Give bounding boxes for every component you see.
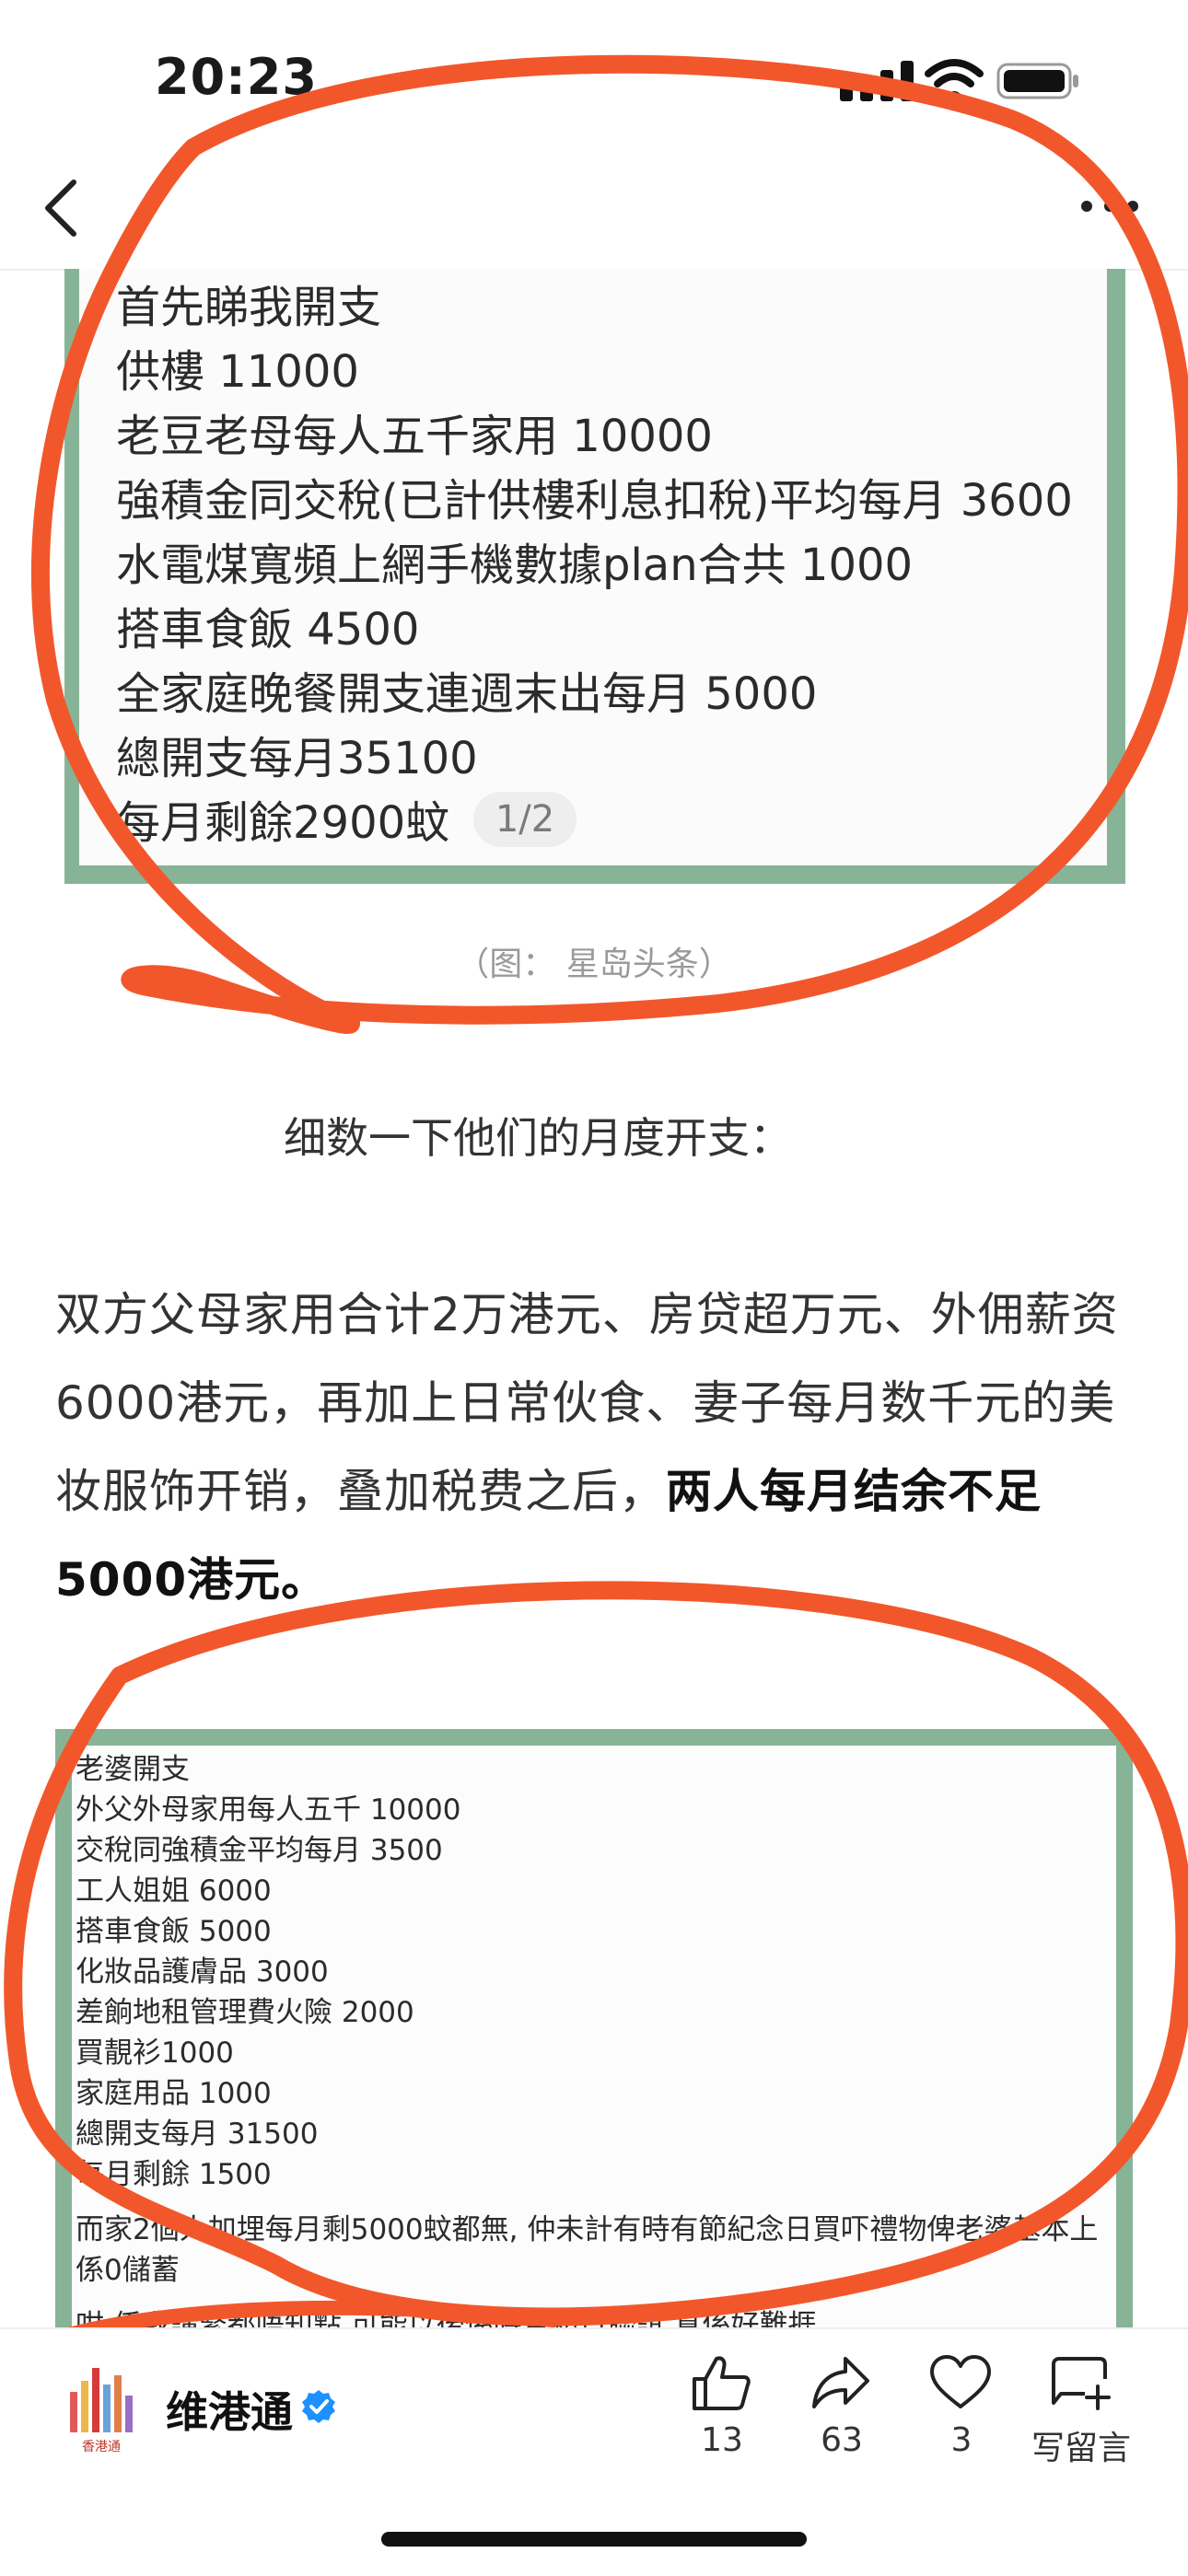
expense-line: 老豆老母每人五千家用 10000: [116, 411, 713, 462]
expense-line: 供樓 11000: [116, 346, 359, 398]
expense-line: 每月剩餘2900蚊: [116, 797, 450, 849]
author-avatar[interactable]: 香港通: [64, 2364, 138, 2464]
verified-badge-icon: [302, 2390, 335, 2423]
comment-button-label[interactable]: 写留言: [1007, 2421, 1155, 2469]
expense-image-2-content: 老婆開支 外父外母家用每人五千 10000 交稅同強積金平均每月 3500 工人…: [72, 1746, 1116, 2337]
subheading: 细数一下他们的月度开支：: [284, 1113, 792, 1163]
expense-line: 交稅同強積金平均每月 3500: [76, 1834, 443, 1867]
expense-line: 首先睇我開支: [116, 282, 382, 333]
image-caption: （图： 星岛头条）: [456, 946, 732, 983]
expense-line: 總開支每月35100: [116, 733, 478, 784]
expense-image-2[interactable]: 老婆開支 外父外母家用每人五千 10000 交稅同強積金平均每月 3500 工人…: [55, 1729, 1133, 2337]
expense-line: 搭車食飯 4500: [116, 604, 420, 656]
expense-line: 總開支每月 31500: [76, 2118, 319, 2151]
home-indicator[interactable]: [381, 2532, 807, 2547]
expense-line: 強積金同交稅(已計供樓利息扣稅)平均每月 3600: [116, 475, 1073, 527]
expense-line: 工人姐姐 6000: [76, 1874, 272, 1908]
like-icon[interactable]: [689, 2353, 753, 2412]
page-indicator: 1/2: [473, 792, 577, 847]
expense-line: 全家庭晚餐開支連週末出每月 5000: [116, 668, 818, 720]
expense-image-1-content: 首先睇我開支 供樓 11000 老豆老母每人五千家用 10000 強積金同交稅(…: [79, 269, 1107, 865]
expense-line: 買靚衫1000: [76, 2036, 234, 2070]
author-name[interactable]: 维港通: [166, 2379, 293, 2440]
article-paragraph: 双方父母家用合计2万港元、房贷超万元、外佣薪资6000港元，再加上日常伙食、妻子…: [55, 1271, 1142, 1624]
expense-line: 而家2個人加埋每月剩5000蚊都無, 仲未計有時有節紀念日買吓禮物俾老婆基本上: [76, 2213, 1099, 2246]
expense-line: 差餉地租管理費火險 2000: [76, 1996, 414, 2029]
expense-line: 搭車食飯 5000: [76, 1915, 272, 1948]
status-time: 20:23: [155, 48, 318, 106]
expense-image-1[interactable]: 首先睇我開支 供樓 11000 老豆老母每人五千家用 10000 強積金同交稅(…: [64, 269, 1125, 884]
more-options-icon[interactable]: [1077, 188, 1142, 225]
cellular-signal-icon: [840, 61, 914, 101]
wifi-icon: [925, 59, 984, 100]
expense-line: 水電煤寬頻上網手機數據plan合共 1000: [116, 540, 914, 591]
expense-line: 家庭用品 1000: [76, 2077, 272, 2110]
expense-line: 係0儲蓄: [76, 2254, 180, 2287]
share-icon[interactable]: [809, 2353, 873, 2412]
back-button[interactable]: [39, 177, 83, 239]
battery-icon: [996, 63, 1078, 99]
logo-text: 香港通: [82, 2440, 121, 2454]
comment-icon[interactable]: [1048, 2353, 1112, 2412]
expense-line: 老婆開支: [76, 1753, 190, 1786]
expense-line: 化妝品護膚品 3000: [76, 1955, 329, 1989]
expense-line: 每月剩餘 1500: [76, 2158, 272, 2191]
expense-line: 外父外母家用每人五千 10000: [76, 1793, 461, 1827]
favorite-heart-icon[interactable]: [928, 2353, 993, 2412]
